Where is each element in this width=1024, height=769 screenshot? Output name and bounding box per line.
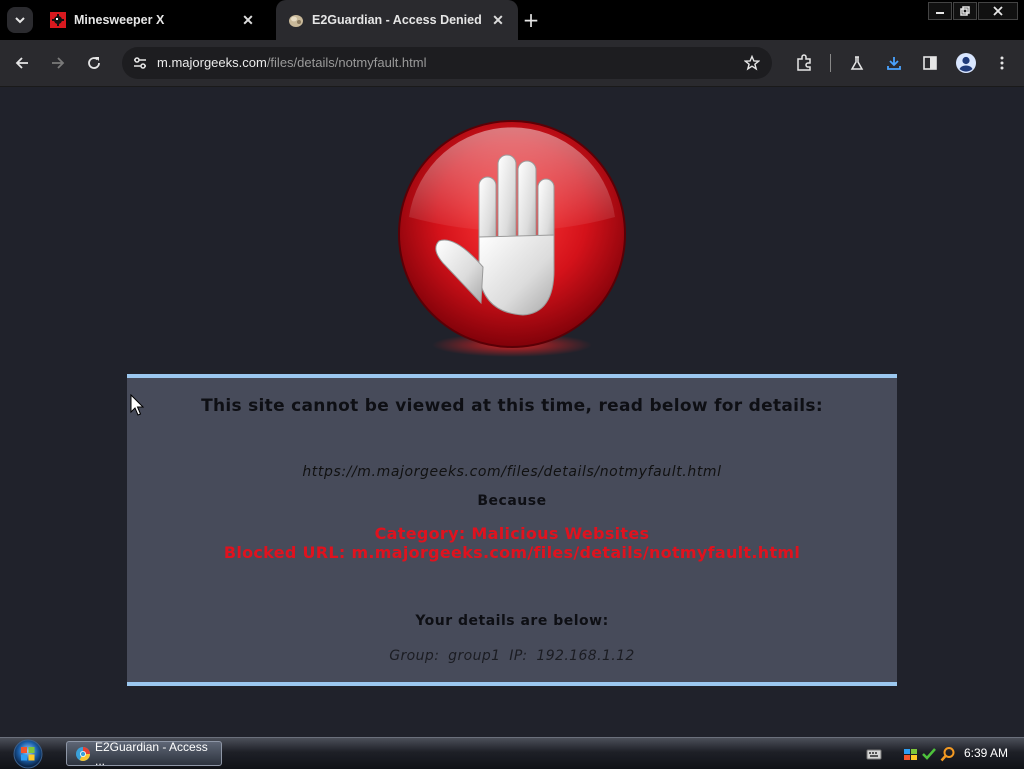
page-content: This site cannot be viewed at this time,…: [0, 87, 1024, 737]
download-icon[interactable]: [880, 49, 908, 77]
access-denied-panel: This site cannot be viewed at this time,…: [127, 374, 897, 686]
tab-title: Minesweeper X: [74, 13, 165, 27]
denied-headline: This site cannot be viewed at this time,…: [201, 396, 823, 416]
new-tab-icon[interactable]: +: [519, 8, 543, 32]
start-button-icon[interactable]: [9, 739, 47, 769]
blocked-url-text: https://m.majorgeeks.com/files/details/n…: [302, 464, 722, 480]
labs-icon[interactable]: [843, 49, 871, 77]
details-heading: Your details are below:: [415, 613, 609, 629]
minesweeper-favicon-icon: [50, 12, 66, 28]
bookmark-star-icon[interactable]: [740, 51, 764, 75]
mouse-cursor-icon: [130, 394, 145, 416]
restore-icon[interactable]: [953, 2, 977, 20]
stop-hand-icon: [398, 120, 626, 357]
because-label: Because: [477, 493, 547, 509]
keyboard-icon[interactable]: [866, 746, 882, 762]
browser-task-icon: [76, 746, 90, 761]
close-tab-icon[interactable]: ✕: [236, 8, 260, 32]
task-label: E2Guardian - Access ...: [95, 739, 208, 768]
profile-icon[interactable]: [952, 49, 980, 77]
blocked-url-reason: Blocked URL: m.majorgeeks.com/files/deta…: [223, 543, 801, 562]
address-url[interactable]: m.majorgeeks.com/files/details/notmyfaul…: [157, 55, 427, 70]
user-details: Group: group1 IP: 192.168.1.12: [389, 648, 635, 664]
search-icon[interactable]: [940, 746, 956, 762]
category-reason: Category: Malicious Websites: [374, 524, 650, 543]
taskbar: E2Guardian - Access ... 6:39 AM: [0, 737, 1024, 769]
back-icon[interactable]: [8, 49, 36, 77]
tab-minesweeper[interactable]: Minesweeper X ✕: [38, 0, 268, 40]
forward-icon[interactable]: [44, 49, 72, 77]
tab-strip: Minesweeper X ✕ E2Guardian - Access Deni…: [0, 0, 1024, 40]
tab-search-icon[interactable]: [7, 7, 33, 33]
security-check-icon[interactable]: [921, 746, 937, 762]
close-window-icon[interactable]: [978, 2, 1018, 20]
url-host: m.majorgeeks.com: [157, 55, 267, 70]
address-bar[interactable]: m.majorgeeks.com/files/details/notmyfaul…: [122, 47, 772, 79]
site-info-icon[interactable]: [128, 51, 152, 75]
side-panel-icon[interactable]: [916, 49, 944, 77]
e2guardian-favicon-icon: [288, 12, 304, 28]
network-icon[interactable]: [903, 746, 919, 762]
taskbar-browser-button[interactable]: E2Guardian - Access ...: [66, 739, 222, 768]
extensions-icon[interactable]: [790, 49, 818, 77]
tab-e2guardian[interactable]: E2Guardian - Access Denied ✕: [276, 0, 518, 40]
reload-icon[interactable]: [80, 49, 108, 77]
close-tab-icon[interactable]: ✕: [486, 8, 510, 32]
minimize-icon[interactable]: [928, 2, 952, 20]
menu-icon[interactable]: [988, 49, 1016, 77]
taskbar-clock[interactable]: 6:39 AM: [964, 746, 1008, 760]
tab-title: E2Guardian - Access Denied: [312, 13, 482, 27]
toolbar-separator: [830, 54, 831, 72]
url-path: /files/details/notmyfault.html: [266, 55, 427, 70]
browser-toolbar: m.majorgeeks.com/files/details/notmyfaul…: [0, 40, 1024, 87]
